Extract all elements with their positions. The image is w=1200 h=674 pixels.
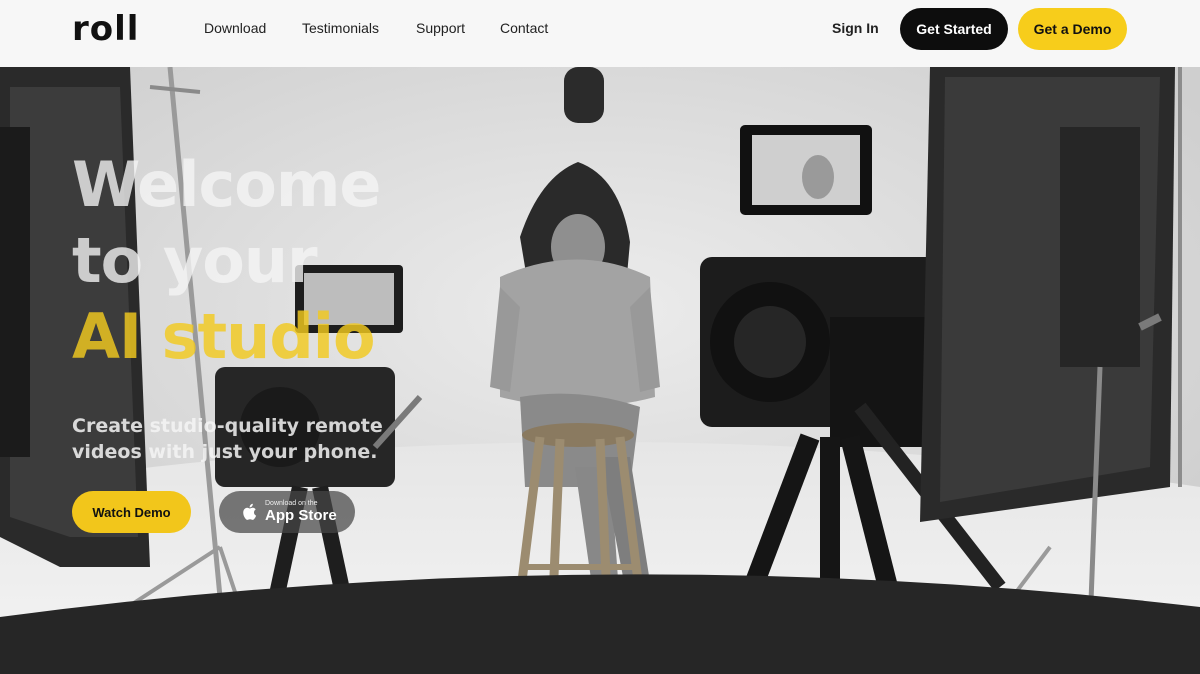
hero-subheadline: Create studio-quality remote videos with… (72, 415, 383, 463)
headline-line-1: Welcome (72, 148, 381, 221)
sign-in-link[interactable]: Sign In (832, 20, 879, 36)
nav-link-contact[interactable]: Contact (500, 20, 548, 36)
hero-headline: Welcome to your AI studio (72, 147, 381, 375)
app-store-text: Download on the App Store (265, 500, 337, 524)
nav-link-download[interactable]: Download (204, 20, 266, 36)
top-nav: roll Download Testimonials Support Conta… (0, 0, 1200, 67)
get-demo-button[interactable]: Get a Demo (1018, 8, 1127, 50)
get-started-button[interactable]: Get Started (900, 8, 1008, 50)
headline-line-3: AI studio (72, 300, 376, 373)
nav-link-testimonials[interactable]: Testimonials (302, 20, 379, 36)
app-store-button[interactable]: Download on the App Store (219, 491, 355, 533)
app-store-big-label: App Store (265, 507, 337, 524)
roll-logo[interactable]: roll (72, 12, 139, 46)
nav-link-support[interactable]: Support (416, 20, 465, 36)
headline-line-2: to your (72, 224, 318, 297)
apple-icon (243, 503, 257, 520)
hero-section: Welcome to your AI studio Create studio-… (0, 67, 1200, 674)
watch-demo-button[interactable]: Watch Demo (72, 491, 191, 533)
